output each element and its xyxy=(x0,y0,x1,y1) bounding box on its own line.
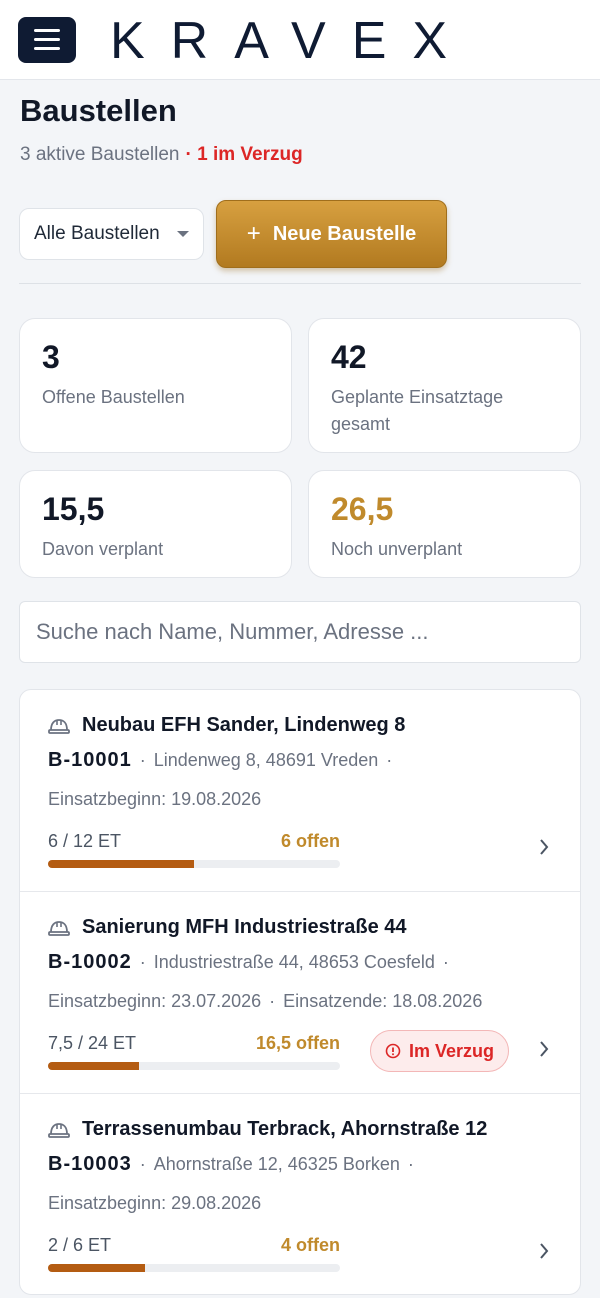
logo-wordmark: KRAVEX xyxy=(110,17,473,63)
site-number: B-10001 xyxy=(48,749,132,771)
site-dates: Einsatzbeginn: 23.07.2026 · Einsatzende: 1… xyxy=(48,991,482,1012)
progress-track xyxy=(48,1062,340,1070)
chevron-down-icon xyxy=(177,231,189,237)
stat-label: Geplante Einsatztage gesamt xyxy=(331,387,504,434)
site-title: Neubau EFH Sander, Lindenweg 8 xyxy=(82,714,406,736)
progress-fill xyxy=(48,1062,140,1070)
stat-scheduled: 15,5 Davon verplant xyxy=(19,470,292,578)
menu-icon-line xyxy=(34,47,60,50)
progress-track xyxy=(48,1264,340,1272)
progress-fill xyxy=(48,860,194,868)
site-list: Neubau EFH Sander, Lindenweg 8 B-10001 · L… xyxy=(19,689,581,1295)
hard-hat-icon xyxy=(48,718,70,734)
site-list-item[interactable]: Neubau EFH Sander, Lindenweg 8 B-10001 · L… xyxy=(20,690,580,892)
stat-label: Davon verplant xyxy=(42,539,164,559)
overdue-badge: Im Verzug xyxy=(370,1030,510,1072)
site-list-item[interactable]: Terrassenumbau Terbrack, Ahornstraße 12 … xyxy=(20,1094,580,1294)
new-site-button[interactable]: + Neue Baustelle xyxy=(216,200,447,268)
chevron-right-icon[interactable] xyxy=(538,838,550,856)
divider xyxy=(19,283,581,284)
stat-value: 26,5 xyxy=(331,491,394,527)
site-title: Sanierung MFH Industriestraße 44 xyxy=(82,916,407,938)
stat-value: 3 xyxy=(42,339,60,375)
site-filter-select[interactable]: Alle Baustellen xyxy=(19,208,204,260)
progress-fill xyxy=(48,1264,146,1272)
separator: · xyxy=(407,1154,414,1174)
site-number: B-10002 xyxy=(48,951,132,973)
site-list-item[interactable]: Sanierung MFH Industriestraße 44 B-10002… xyxy=(20,892,580,1094)
site-number: B-10003 xyxy=(48,1153,132,1175)
stat-label: Noch unverplant xyxy=(331,539,463,559)
site-dates: Einsatzbeginn: 19.08.2026 xyxy=(48,789,261,810)
separator: · xyxy=(139,952,146,972)
separator: · xyxy=(139,750,146,770)
separator: · xyxy=(442,952,449,972)
site-start: Einsatzbeginn: 29.08.2026 xyxy=(48,1193,262,1213)
page-subtitle: 3 aktive Baustellen · 1 im Verzug xyxy=(20,144,303,166)
hard-hat-icon xyxy=(48,1122,70,1138)
separator: · xyxy=(269,991,276,1011)
chevron-right-icon[interactable] xyxy=(538,1040,550,1058)
site-meta: B-10001 · Lindenweg 8, 48691 Vreden · xyxy=(48,749,400,772)
site-address: Lindenweg 8, 48691 Vreden xyxy=(153,750,379,770)
plus-icon: + xyxy=(246,220,261,247)
kravex-logo[interactable]: KRAVEX xyxy=(110,17,490,63)
site-open: 6 offen xyxy=(280,831,340,851)
menu-icon-line xyxy=(34,38,60,41)
menu-icon xyxy=(34,29,60,32)
stat-value: 15,5 xyxy=(42,491,105,527)
hamburger-menu-button[interactable] xyxy=(18,16,76,63)
site-et: 6 / 12 ET xyxy=(48,831,122,851)
site-et: 2 / 6 ET xyxy=(48,1235,112,1255)
filter-value: Alle Baustellen xyxy=(34,223,160,244)
chevron-right-icon[interactable] xyxy=(538,1242,550,1260)
stat-planned-days: 42 Geplante Einsatztage gesamt xyxy=(308,318,581,453)
site-title: Terrassenumbau Terbrack, Ahornstraße 12 xyxy=(82,1118,488,1140)
stat-label: Offene Baustellen xyxy=(42,387,185,407)
stat-open-sites: 3 Offene Baustellen xyxy=(19,318,292,453)
site-et: 7,5 / 24 ET xyxy=(48,1033,137,1053)
site-meta: B-10002 · Industriestraße 44, 48653 Coesfe… xyxy=(48,951,457,974)
progress-track xyxy=(48,860,340,868)
site-address: Ahornstraße 12, 46325 Borken xyxy=(153,1154,400,1174)
site-start: Einsatzbeginn: 23.07.2026 xyxy=(48,991,262,1011)
site-start: Einsatzbeginn: 19.08.2026 xyxy=(48,789,262,809)
page-title: Baustellen xyxy=(20,93,177,128)
site-title-row: Neubau EFH Sander, Lindenweg 8 xyxy=(48,714,405,737)
search-input[interactable] xyxy=(19,601,581,663)
overdue-count[interactable]: · 1 im Verzug xyxy=(186,144,303,165)
stat-unscheduled: 26,5 Noch unverplant xyxy=(308,470,581,578)
site-open: 16,5 offen xyxy=(255,1033,340,1053)
site-address: Industriestraße 44, 48653 Coesfeld xyxy=(153,952,435,972)
site-open: 4 offen xyxy=(280,1235,340,1255)
app-header: KRAVEX xyxy=(0,0,600,80)
site-title-row: Sanierung MFH Industriestraße 44 xyxy=(48,916,407,939)
new-site-label: Neue Baustelle xyxy=(272,222,417,245)
separator: · xyxy=(139,1154,146,1174)
alert-circle-icon xyxy=(385,1043,401,1059)
site-title-row: Terrassenumbau Terbrack, Ahornstraße 12 xyxy=(48,1118,487,1141)
badge-label: Im Verzug xyxy=(409,1040,495,1061)
site-meta: B-10003 · Ahornstraße 12, 46325 Borken · xyxy=(48,1153,422,1176)
site-end: Einsatzende: 18.08.2026 xyxy=(283,991,483,1011)
active-count: 3 aktive Baustellen xyxy=(20,144,180,165)
logo-text: KRAVEX xyxy=(110,17,473,63)
separator: · xyxy=(386,750,393,770)
site-dates: Einsatzbeginn: 29.08.2026 xyxy=(48,1193,261,1214)
hard-hat-icon xyxy=(48,920,70,936)
stat-value: 42 xyxy=(331,339,367,375)
